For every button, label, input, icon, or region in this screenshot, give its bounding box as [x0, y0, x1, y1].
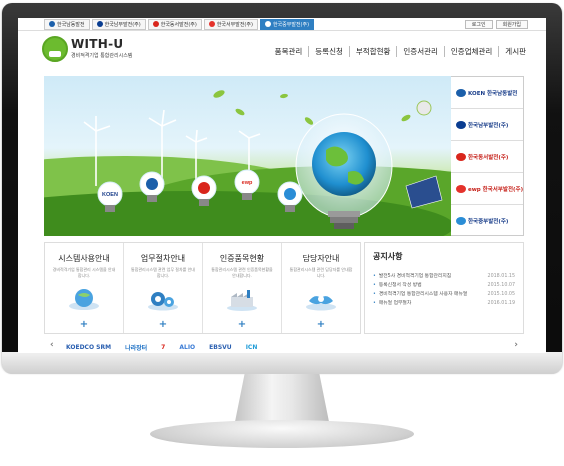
list-item[interactable]: • 매뉴얼 업무절차 2016.01.19 — [373, 299, 515, 308]
factory-icon — [227, 290, 257, 311]
service-title: 인증품목현황 — [219, 254, 265, 263]
list-item[interactable]: • 경비적격기업 통합관리시스템 사용자 매뉴얼 2015.10.05 — [373, 290, 515, 299]
ewp-logo-icon — [456, 152, 466, 161]
gear-icon — [148, 292, 178, 311]
list-item[interactable]: • 등록신청서 작성 방법 2015.10.07 — [373, 281, 515, 290]
monitor: 한국남동발전 한국남부발전(주) 한국동서발전(주) 한국서부발전(주) 한국중… — [0, 0, 564, 466]
kospo-logo-icon — [96, 21, 103, 27]
wp-logo-icon — [208, 21, 215, 27]
service-desc: 통합관리시스템 관련 인증품목현황을 안내합니다. — [211, 267, 273, 278]
tab-company-2[interactable]: 한국동서발전(주) — [147, 18, 202, 30]
kospo-logo-icon — [456, 120, 466, 129]
site-subtitle: 경비적격기업 통합관리시스템 — [71, 53, 133, 59]
nav-item-register[interactable]: 등록신청 — [308, 46, 349, 57]
company-side-list: KOEN 한국남동발전 한국남부발전(주) 한국동서발전(주) ewp 한국서부… — [451, 76, 524, 236]
list-item[interactable]: • 발전5사 경비적격기업 통합관리지침 2018.01.15 — [373, 272, 515, 281]
chevron-left-icon[interactable]: ‹ — [50, 340, 54, 350]
site-title[interactable]: WITH-U — [71, 37, 123, 51]
notice-board: 공지사항 • 발전5사 경비적격기업 통합관리지침 2018.01.15 • 등록신청… — [364, 242, 524, 334]
tab-company-4[interactable]: 한국중부발전(주) — [259, 18, 315, 30]
partner-link-naraj[interactable]: 나라장터 — [125, 343, 147, 352]
side-company-koen[interactable]: KOEN 한국남동발전 — [451, 77, 523, 109]
nav-item-certified-companies[interactable]: 인증업체관리 — [443, 46, 498, 57]
partner-link-alio[interactable]: ALIO — [179, 344, 195, 351]
screen: 한국남동발전 한국남부발전(주) 한국동서발전(주) 한국서부발전(주) 한국중… — [18, 18, 546, 353]
banner-illustration: KOEN ewp — [44, 90, 451, 236]
login-button[interactable]: 로그인 — [464, 19, 493, 29]
nav-item-board[interactable]: 게시판 — [498, 46, 532, 57]
tab-company-1[interactable]: 한국남부발전(주) — [91, 18, 146, 30]
nav-item-nonconformity[interactable]: 부적합현황 — [348, 46, 397, 57]
monitor-stand-neck — [234, 374, 330, 426]
service-desc: 통합관리시스템 관련 업무 절차를 안내합니다. — [131, 267, 195, 278]
plus-icon[interactable]: + — [238, 319, 246, 330]
service-process-guide[interactable]: 업무절차안내 통합관리시스템 관련 업무 절차를 안내합니다. + — [123, 243, 202, 333]
service-title: 시스템사용안내 — [58, 254, 110, 263]
main-nav: 품목관리 등록신청 부적합현황 인증서관리 인증업체관리 게시판 — [269, 46, 532, 57]
side-company-ewp[interactable]: 한국동서발전(주) — [451, 141, 523, 173]
side-company-kospo[interactable]: 한국남부발전(주) — [451, 109, 523, 141]
service-boxes: 시스템사용안내 경비적격기업 통합관리 시스템을 안내합니다. + 업무절차안내… — [44, 242, 361, 334]
service-title: 업무절차안내 — [140, 254, 186, 263]
koen-logo-icon — [49, 21, 55, 27]
partner-banner-strip: ‹ KOEDCO SRM 나라장터 7 ALIO EBSVU ICN › — [44, 340, 524, 353]
service-desc: 통합관리시스템 관련 담당자를 안내합니다. — [289, 267, 353, 278]
side-company-komipo[interactable]: 한국중부발전(주) — [451, 205, 523, 237]
nav-item-certificates[interactable]: 인증서관리 — [396, 46, 444, 57]
wp-logo-icon — [456, 184, 466, 193]
join-button[interactable]: 회원가입 — [495, 19, 528, 29]
service-desc: 경비적격기업 통합관리 시스템을 안내합니다. — [52, 267, 116, 278]
service-contact-guide[interactable]: 담당자안내 통합관리시스템 관련 담당자를 안내합니다. + — [281, 243, 360, 333]
utility-links: 로그인 회원가입 — [464, 19, 546, 29]
bulb-label-ewp: ewp — [242, 180, 253, 186]
komipo-logo-icon — [456, 217, 466, 225]
chevron-right-icon[interactable]: › — [514, 340, 518, 350]
plus-icon[interactable]: + — [80, 319, 88, 330]
ewp-logo-icon — [152, 21, 159, 27]
partner-link-koedco[interactable]: KOEDCO SRM — [66, 344, 111, 351]
tab-company-0[interactable]: 한국남동발전 — [44, 18, 90, 30]
plus-icon[interactable]: + — [159, 319, 167, 330]
with-u-logo-icon[interactable] — [42, 36, 68, 62]
partner-link-icn[interactable]: ICN — [246, 344, 258, 351]
globe-icon — [69, 289, 99, 310]
partner-link-7[interactable]: 7 — [161, 344, 165, 351]
notice-title[interactable]: 공지사항 — [373, 251, 515, 262]
monitor-chin — [2, 352, 562, 374]
company-tab-strip: 한국남동발전 한국남부발전(주) 한국동서발전(주) 한국서부발전(주) 한국중… — [18, 18, 546, 31]
komipo-logo-icon — [264, 21, 271, 27]
nav-item-items[interactable]: 품목관리 — [269, 46, 309, 57]
partner-link-ebsvu[interactable]: EBSVU — [209, 344, 232, 351]
bulb-label-koen: KOEN — [102, 192, 118, 198]
service-title: 담당자안내 — [302, 254, 340, 263]
service-system-guide[interactable]: 시스템사용안내 경비적격기업 통합관리 시스템을 안내합니다. + — [45, 243, 123, 333]
site-header: WITH-U 경비적격기업 통합관리시스템 품목관리 등록신청 부적합현황 인증… — [18, 31, 546, 69]
monitor-stand-base — [150, 420, 414, 448]
service-certified-items[interactable]: 인증품목현황 통합관리시스템 관련 인증품목현황을 안내합니다. + — [202, 243, 281, 333]
main-banner: KOEN ewp — [44, 76, 451, 236]
plus-icon[interactable]: + — [317, 319, 325, 330]
tab-company-3[interactable]: 한국서부발전(주) — [203, 18, 258, 30]
koen-logo-icon — [456, 88, 466, 97]
side-company-wp[interactable]: ewp 한국서부발전(주) — [451, 173, 523, 205]
handshake-icon — [306, 296, 336, 311]
